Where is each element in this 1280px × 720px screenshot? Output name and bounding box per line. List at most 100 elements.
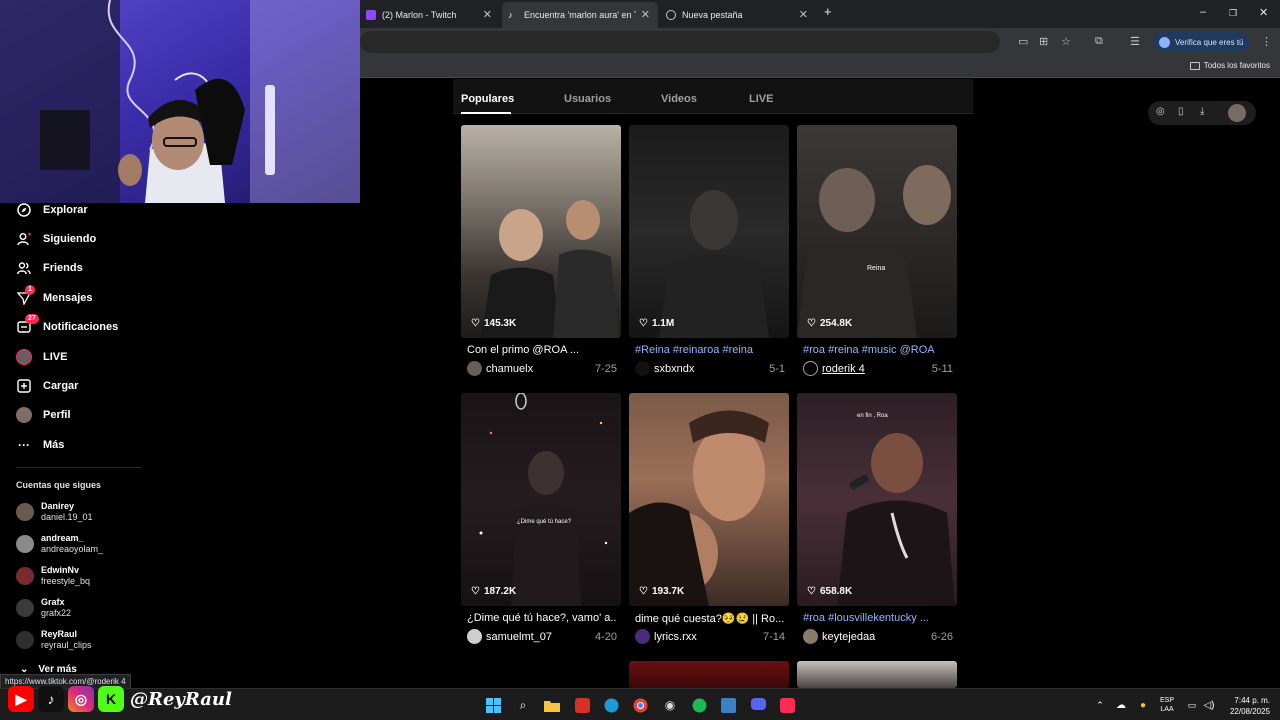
video-thumbnail[interactable]: ¿Dime qué tú hace? xyxy=(461,393,621,606)
video-card[interactable]: en fin , Roa ♡ 658.8K #roa #lousvillekent… xyxy=(797,393,957,653)
language-indicator[interactable]: ESP LAA xyxy=(1160,696,1174,714)
video-thumbnail[interactable] xyxy=(797,661,957,688)
maximize-button[interactable]: ❐ xyxy=(1229,8,1237,19)
video-thumbnail[interactable]: en fin , Roa xyxy=(797,393,957,606)
video-thumbnail[interactable]: Reina xyxy=(797,125,957,338)
network-icon[interactable]: ▭ xyxy=(1184,697,1200,713)
sidebar-item-explorar[interactable]: Explorar xyxy=(16,200,88,220)
likes-count: ♡ 187.2K xyxy=(471,586,517,597)
windows-start-icon[interactable] xyxy=(485,697,501,713)
video-card[interactable]: ♡ 1.1M #Reina #reinaroa #reina sxbxndx 5-… xyxy=(629,125,789,385)
minimize-button[interactable]: – xyxy=(1200,6,1206,18)
video-caption[interactable]: Con el primo @ROA ... xyxy=(467,344,617,356)
video-thumbnail[interactable] xyxy=(629,125,789,338)
heart-icon: ♡ xyxy=(807,318,816,329)
tab-populares[interactable]: Populares xyxy=(461,93,514,105)
close-icon[interactable]: ✕ xyxy=(641,8,650,21)
tab-tiktok[interactable]: ♪ Encuentra 'marlon aura' en TikT ✕ xyxy=(502,2,658,28)
download-icon[interactable]: ⤓ xyxy=(1200,106,1204,117)
avatar xyxy=(467,629,482,644)
video-author[interactable]: samuelmt_07 4-20 xyxy=(467,629,617,644)
video-author[interactable]: lyrics.rxx 7-14 xyxy=(635,629,785,644)
following-account[interactable]: EdwinNv freestyle_bq xyxy=(16,562,90,590)
close-window-button[interactable]: ✕ xyxy=(1259,6,1268,19)
sidebar-item-live[interactable]: LIVE xyxy=(16,347,67,367)
video-caption[interactable]: #roa #lousvillekentucky ... xyxy=(803,612,953,624)
profile-verify-button[interactable]: Verifica que eres tú xyxy=(1153,32,1249,52)
file-explorer-icon[interactable] xyxy=(544,697,560,713)
tiktok-icon[interactable] xyxy=(779,697,795,713)
sidebar-item-mensajes[interactable]: 1 Mensajes xyxy=(16,285,93,308)
close-icon[interactable]: ✕ xyxy=(799,8,808,21)
spotify-icon[interactable] xyxy=(691,697,707,713)
reading-list-icon[interactable]: ☰ xyxy=(1130,35,1140,48)
close-icon[interactable]: ✕ xyxy=(483,8,492,21)
tab-new[interactable]: Nueva pestaña ✕ xyxy=(660,2,816,28)
translate-icon[interactable]: ⊞ xyxy=(1039,35,1048,48)
account-name: ReyRaul xyxy=(41,629,78,639)
obs-icon[interactable]: ◉ xyxy=(662,697,678,713)
tab-usuarios[interactable]: Usuarios xyxy=(564,93,611,105)
video-author[interactable]: chamuelx 7-25 xyxy=(467,361,617,376)
device-icon[interactable]: ▯ xyxy=(1178,106,1184,117)
microphone-icon[interactable]: ● xyxy=(1135,697,1151,713)
system-clock[interactable]: 7:44 p. m. 22/08/2025 xyxy=(1224,695,1270,717)
cloud-icon[interactable]: ☁ xyxy=(1113,697,1129,713)
video-card[interactable]: Reina ♡ 254.8K #roa #reina #music @ROA ro… xyxy=(797,125,957,385)
video-card[interactable]: ♡ 193.7K dime qué cuesta?🥺😢 || Ro... lyri… xyxy=(629,393,789,653)
extensions-icon[interactable]: ⧉ xyxy=(1095,35,1103,48)
video-card[interactable]: ♡ 145.3K Con el primo @ROA ... chamuelx 7… xyxy=(461,125,621,385)
chrome-icon[interactable] xyxy=(632,697,648,713)
avatar[interactable] xyxy=(1228,104,1246,122)
tab-live[interactable]: LIVE xyxy=(749,93,773,105)
chevron-up-icon[interactable]: ⌃ xyxy=(1092,697,1108,713)
address-bar[interactable] xyxy=(360,31,1000,53)
video-caption[interactable]: #Reina #reinaroa #reina xyxy=(635,344,785,356)
sidebar-item-cargar[interactable]: Cargar xyxy=(16,376,78,396)
following-account[interactable]: Grafx grafx22 xyxy=(16,594,71,622)
video-thumbnail[interactable] xyxy=(629,661,789,688)
tab-videos[interactable]: Videos xyxy=(661,93,697,105)
video-caption[interactable]: ¿Dime qué tú hace?, vamo' a... xyxy=(467,612,617,624)
sidebar-item-friends[interactable]: Friends xyxy=(16,258,83,278)
video-author[interactable]: sxbxndx 5-1 xyxy=(635,361,785,376)
following-account[interactable]: ReyRaul reyraul_clips xyxy=(16,626,92,654)
sidebar-item-siguiendo[interactable]: Siguiendo xyxy=(16,229,96,249)
app-red-icon[interactable] xyxy=(574,697,590,713)
edge-icon[interactable] xyxy=(603,697,619,713)
sidebar-item-perfil[interactable]: Perfil xyxy=(16,405,71,425)
following-account[interactable]: Danirey daniel.19_01 xyxy=(16,498,93,526)
spotify-avatar-icon xyxy=(803,361,818,376)
likes-count: ♡ 1.1M xyxy=(639,318,675,329)
tiktok-coin-icon[interactable]: ◎ xyxy=(1156,106,1165,117)
video-caption[interactable]: #roa #reina #music @ROA xyxy=(803,344,953,356)
video-author[interactable]: keytejedaa 6-26 xyxy=(803,629,953,644)
video-caption[interactable]: dime qué cuesta?🥺😢 || Ro... xyxy=(635,612,785,625)
image-app-icon[interactable] xyxy=(720,697,736,713)
cast-icon[interactable]: ▭ xyxy=(1018,35,1028,48)
video-overlay-text: Reina xyxy=(867,265,886,272)
bookmark-star-icon[interactable]: ☆ xyxy=(1061,35,1071,48)
following-account[interactable]: andream_ andreaoyolam_ xyxy=(16,530,103,558)
heart-icon: ♡ xyxy=(639,318,648,329)
instagram-icon: ◎ xyxy=(68,686,94,712)
video-thumbnail[interactable] xyxy=(629,393,789,606)
video-card[interactable]: ¿Dime qué tú hace? ♡ 187.2K ¿Dime qué tú … xyxy=(461,393,621,653)
new-tab-button[interactable]: + xyxy=(824,4,832,19)
likes-count: ♡ 193.7K xyxy=(639,586,685,597)
avatar xyxy=(16,535,34,553)
search-icon[interactable]: ⌕ xyxy=(515,697,531,713)
all-bookmarks-button[interactable]: Todos los favoritos xyxy=(1189,61,1270,70)
discord-icon[interactable] xyxy=(750,697,766,713)
avatar xyxy=(16,503,34,521)
tab-twitch[interactable]: (2) Marlon - Twitch ✕ xyxy=(360,2,500,28)
sidebar-item-notificaciones[interactable]: 27 Notificaciones xyxy=(16,314,118,337)
sidebar-item-mas[interactable]: ··· Más xyxy=(16,435,64,455)
more-icon: ··· xyxy=(18,438,30,452)
menu-dots-icon[interactable]: ⋮ xyxy=(1261,35,1272,48)
video-author[interactable]: roderik 4 5-11 xyxy=(803,361,953,376)
video-thumbnail[interactable] xyxy=(461,125,621,338)
heart-icon: ♡ xyxy=(471,586,480,597)
volume-icon[interactable]: ◁) xyxy=(1201,697,1217,713)
live-icon xyxy=(16,349,32,365)
